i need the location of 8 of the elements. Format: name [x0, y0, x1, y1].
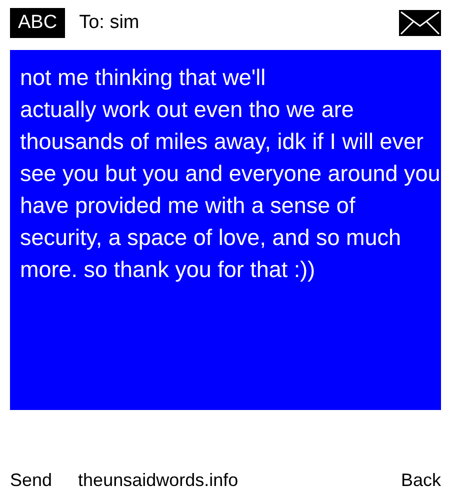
website-label: theunsaidwords.info	[78, 470, 240, 491]
back-softkey[interactable]: Back	[400, 470, 441, 491]
envelope-icon[interactable]	[399, 10, 441, 36]
message-text: not me thinking that we'll actually work out even tho we are thousands of miles away, idk if I will ever see you but you and everyone around you have provided me with a sense of security, a space of love, and so much more. so thank you for that :))	[20, 64, 441, 284]
keyboard-mode-badge[interactable]: ABC	[10, 8, 66, 38]
send-softkey[interactable]: Send	[10, 470, 52, 491]
message-area[interactable]	[10, 50, 441, 410]
recipient-label: To: sim	[79, 12, 140, 34]
